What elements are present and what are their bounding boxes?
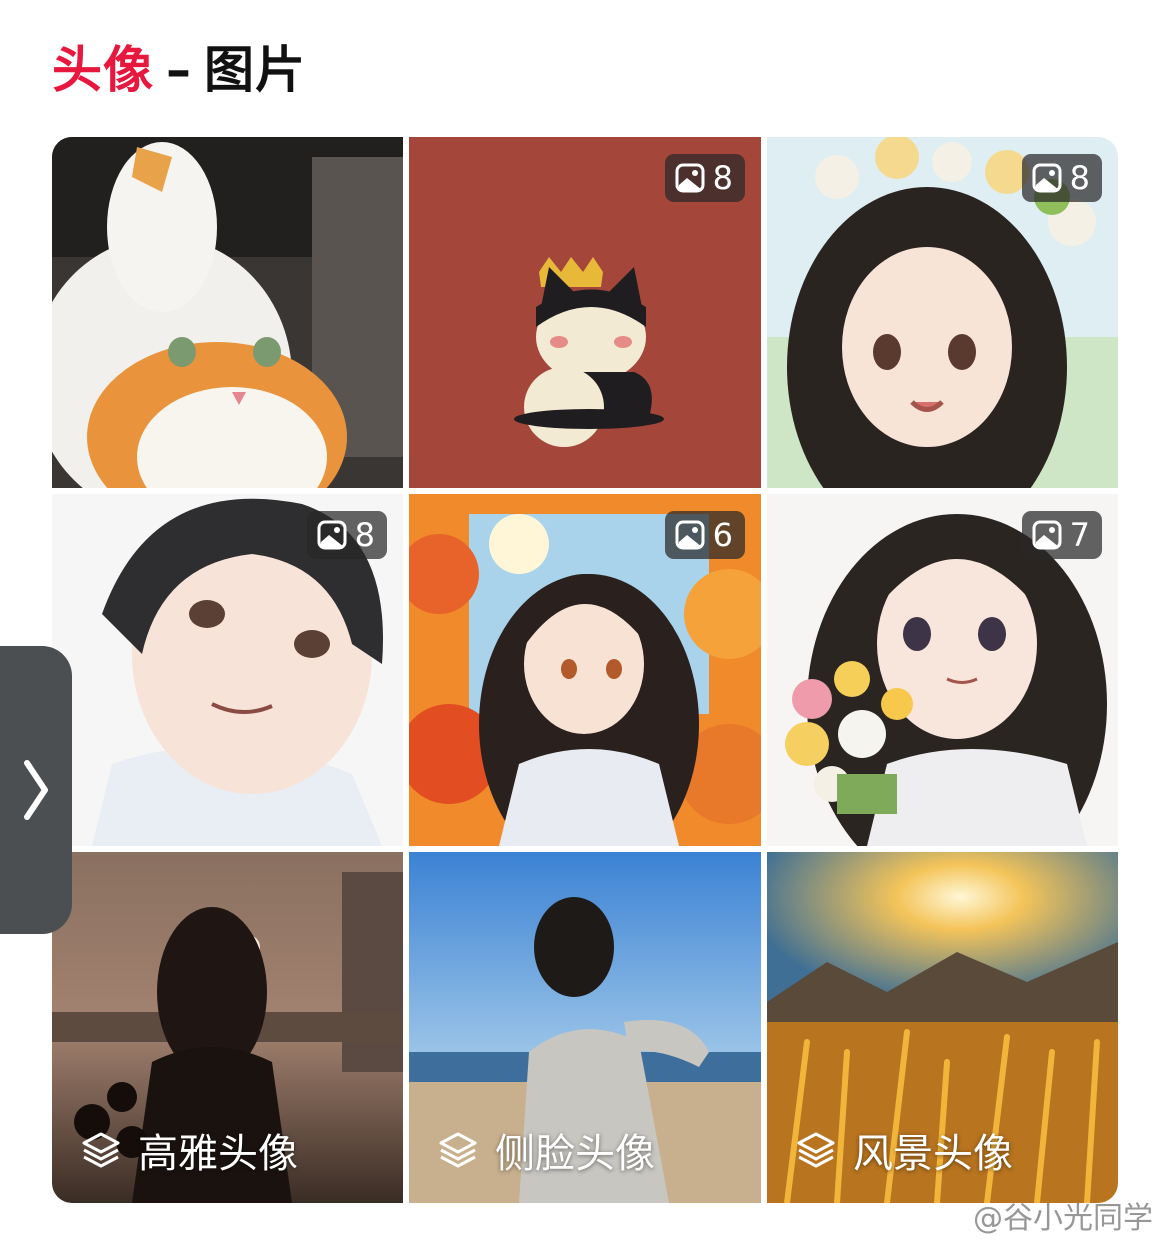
badge-count: 8 (1069, 159, 1090, 197)
image-count-badge: 8 (1021, 154, 1102, 202)
image-count-badge: 7 (1021, 511, 1102, 559)
chevron-right-icon (24, 760, 48, 820)
caption-text: 高雅头像 (138, 1131, 298, 1177)
tile-flower-crown-girl[interactable]: 8 (767, 137, 1118, 488)
layers-icon (797, 1132, 835, 1168)
tile-crowned-cartoon-cat[interactable]: 8 (409, 137, 761, 488)
tile-side-profile-beach[interactable]: 侧脸头像 (409, 852, 761, 1203)
page-title: 头像 – 图片 (52, 30, 306, 102)
tile-autumn-maple-girl[interactable]: 6 (409, 494, 761, 846)
tile-girl-with-bouquet[interactable]: 7 (767, 494, 1118, 846)
category-caption: 侧脸头像 (437, 1121, 655, 1179)
gallery-icon (1032, 163, 1062, 193)
gallery-icon (675, 163, 705, 193)
cat-photo-image (52, 137, 403, 488)
badge-count: 6 (712, 516, 733, 554)
watermark-text: @谷小光同学 (973, 1201, 1153, 1236)
gallery-icon (1032, 520, 1062, 550)
tile-anime-boy[interactable]: 8 (52, 494, 403, 846)
side-drawer-handle[interactable] (0, 646, 72, 934)
gallery-icon (317, 520, 347, 550)
tile-elegant-silhouette[interactable]: 高雅头像 (52, 852, 403, 1203)
category-caption: 风景头像 (795, 1121, 1013, 1179)
watermark: @谷小光同学 (973, 1193, 1153, 1237)
category-caption: 高雅头像 (80, 1121, 298, 1179)
image-count-badge: 6 (664, 511, 745, 559)
title-separator: – (166, 41, 192, 99)
badge-count: 8 (712, 159, 733, 197)
title-rest: 图片 (204, 41, 306, 99)
avatar-grid: 8 8 8 6 7 高雅头像 侧脸头像 风景头像 (52, 137, 1118, 1203)
caption-text: 风景头像 (853, 1131, 1013, 1177)
layers-icon (439, 1132, 477, 1168)
badge-count: 8 (354, 516, 375, 554)
image-count-badge: 8 (664, 154, 745, 202)
tile-wheat-field-sunset[interactable]: 风景头像 (767, 852, 1118, 1203)
image-count-badge: 8 (306, 511, 387, 559)
tile-cat-in-duck-hat[interactable] (52, 137, 403, 488)
layers-icon (82, 1132, 120, 1168)
badge-count: 7 (1069, 516, 1090, 554)
gallery-icon (675, 520, 705, 550)
title-accent: 头像 (52, 41, 154, 99)
caption-text: 侧脸头像 (495, 1131, 655, 1177)
